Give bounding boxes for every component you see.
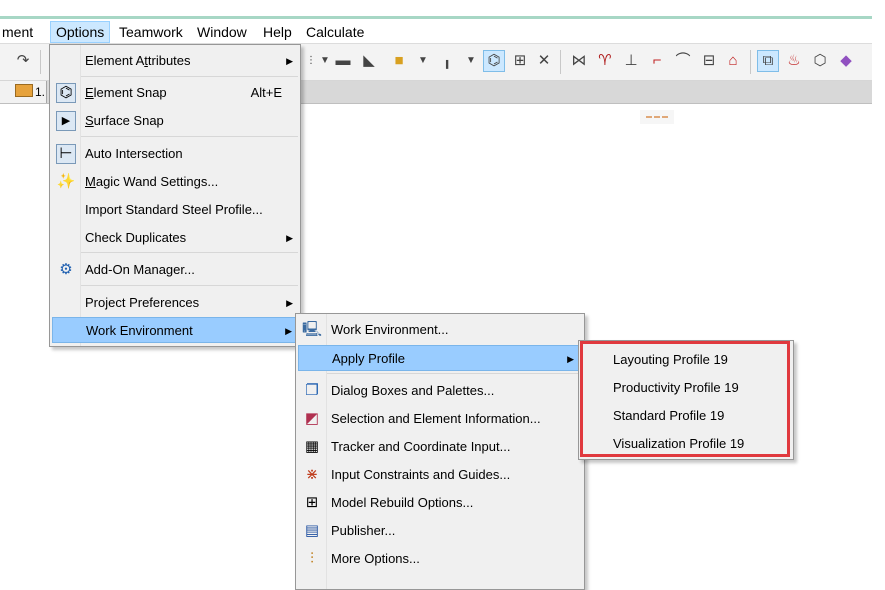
close-icon[interactable]: ✕ xyxy=(533,50,555,72)
menu-item-element-attributes[interactable]: Element Attributes ▶ xyxy=(52,48,298,74)
redo-icon[interactable]: ↷ xyxy=(12,50,34,72)
submenu-arrow-icon: ▶ xyxy=(286,233,293,243)
tab-label: 1. xyxy=(35,85,46,99)
menu-calculate[interactable]: Calculate xyxy=(301,22,369,42)
menu-item-import-steel-profile[interactable]: Import Standard Steel Profile... xyxy=(52,197,298,223)
submenu-arrow-icon: ▶ xyxy=(285,326,292,336)
offset-icon[interactable]: ⊥ xyxy=(620,50,642,72)
menu-item-input-constraints-guides[interactable]: ⋇ Input Constraints and Guides... xyxy=(298,462,582,488)
magnet-icon[interactable]: ♈ xyxy=(594,50,616,72)
menu-item-publisher[interactable]: ▤ Publisher... xyxy=(298,518,582,544)
toolbar-separator xyxy=(750,50,751,74)
menu-item-work-environment-dialog[interactable]: 🖳 Work Environment... xyxy=(298,317,582,343)
submenu-arrow-icon: ▶ xyxy=(286,56,293,66)
highlight-callout-box xyxy=(580,341,790,457)
menu-item-selection-element-info[interactable]: ◩ Selection and Element Information... xyxy=(298,406,582,432)
toolbar-separator xyxy=(40,50,41,74)
folder-icon xyxy=(15,84,33,97)
measure-icon[interactable]: ⊞ xyxy=(509,50,531,72)
suspend-icon[interactable]: ♨ xyxy=(783,50,805,72)
more-options-icon: ⫶ xyxy=(310,550,314,567)
lock-icon[interactable]: ⬡ xyxy=(809,50,831,72)
element-snap-icon: ⌬ xyxy=(56,83,76,103)
tracker-icon: ▦ xyxy=(304,438,320,455)
menu-item-work-environment[interactable]: Work Environment ▶ xyxy=(52,317,298,343)
selection-info-icon: ◩ xyxy=(304,410,320,427)
menu-item-model-rebuild-options[interactable]: ⊞ Model Rebuild Options... xyxy=(298,490,582,516)
slab-icon[interactable]: ▬ xyxy=(332,50,354,72)
intersection-icon: ⊢ xyxy=(56,144,76,164)
guides-icon: ⋇ xyxy=(305,466,319,483)
menu-item-magic-wand-settings[interactable]: ✨ Magic Wand Settings... xyxy=(52,169,298,195)
menu-item-more-options[interactable]: ⫶ More Options... xyxy=(298,546,582,572)
wall-icon[interactable]: ◣ xyxy=(358,50,380,72)
work-environment-submenu: 🖳 Work Environment... Apply Profile ▶ ❐ … xyxy=(295,313,585,590)
menu-item-element-snap[interactable]: ⌬ Element Snap Alt+E xyxy=(52,80,298,106)
publisher-icon: ▤ xyxy=(304,522,320,539)
menu-item-project-preferences[interactable]: Project Preferences ▶ xyxy=(52,290,298,316)
tab-floor-plan[interactable]: 1. xyxy=(0,81,47,103)
menu-bar: ment Options Teamwork Window Help Calcul… xyxy=(0,19,872,44)
menu-item-check-duplicates[interactable]: Check Duplicates ▶ xyxy=(52,225,298,251)
menu-item-surface-snap[interactable]: ▶ Surface Snap xyxy=(52,108,298,134)
monitor-icon: 🖳 xyxy=(302,321,323,338)
menu-item-addon-manager[interactable]: ⚙ Add-On Manager... xyxy=(52,257,298,283)
node-icon[interactable]: ⋈ xyxy=(568,50,590,72)
grid-snap-icon[interactable]: ⊟ xyxy=(698,50,720,72)
menu-window[interactable]: Window xyxy=(192,22,252,42)
options-menu: Element Attributes ▶ ⌬ Element Snap Alt+… xyxy=(49,44,301,347)
menu-item-tracker-coordinate-input[interactable]: ▦ Tracker and Coordinate Input... xyxy=(298,434,582,460)
addon-manager-icon: ⚙ xyxy=(59,261,73,278)
column-icon[interactable]: ╻ xyxy=(436,50,458,72)
element-snap-icon[interactable]: ⌬ xyxy=(483,50,505,72)
submenu-arrow-icon: ▶ xyxy=(567,354,574,364)
menu-options[interactable]: Options xyxy=(50,21,111,43)
chevron-down-icon[interactable]: ▼ xyxy=(460,50,482,72)
menu-item-dialog-boxes-palettes[interactable]: ❐ Dialog Boxes and Palettes... xyxy=(298,378,582,404)
chevron-down-icon[interactable]: ▼ xyxy=(412,50,434,72)
magic-wand-icon: ✨ xyxy=(56,173,76,190)
submenu-arrow-icon: ▶ xyxy=(286,298,293,308)
menu-help[interactable]: Help xyxy=(258,22,297,42)
shortcut-label: Alt+E xyxy=(250,85,282,100)
palettes-icon: ❐ xyxy=(305,382,319,399)
arc-icon[interactable]: ⌒ xyxy=(672,50,694,72)
group-icon[interactable]: ⧉ xyxy=(757,50,779,72)
house-icon[interactable]: ⌂ xyxy=(722,50,744,72)
model-rebuild-icon: ⊞ xyxy=(305,494,319,511)
menu-document[interactable]: ment xyxy=(0,22,38,42)
menu-teamwork[interactable]: Teamwork xyxy=(114,22,188,42)
eraser-icon[interactable]: ◆ xyxy=(835,50,857,72)
corner-icon[interactable]: ⌐ xyxy=(646,50,668,72)
cursor-icon: ▶ xyxy=(56,111,76,131)
toolbar-separator xyxy=(560,50,561,74)
selection-marker xyxy=(640,110,674,124)
menu-item-auto-intersection[interactable]: ⊢ Auto Intersection xyxy=(52,141,298,167)
menu-item-apply-profile[interactable]: Apply Profile ▶ xyxy=(298,345,580,371)
cube-icon[interactable]: ■ xyxy=(388,50,410,72)
